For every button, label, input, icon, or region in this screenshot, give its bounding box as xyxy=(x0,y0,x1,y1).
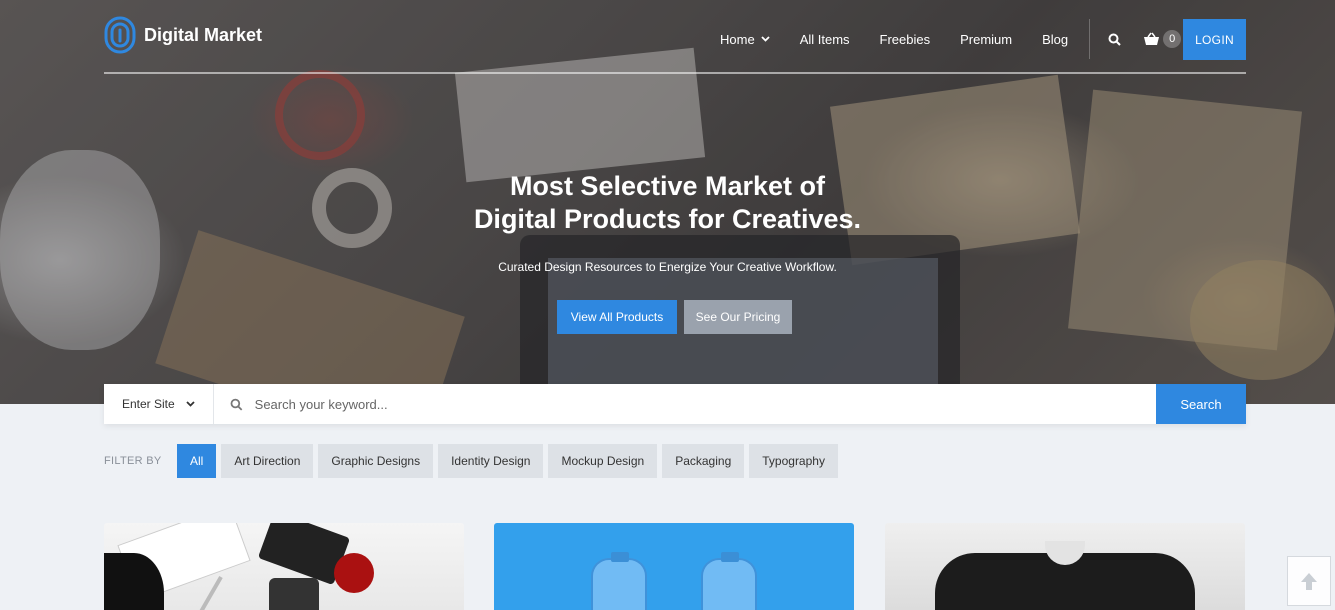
filter-chip-typography[interactable]: Typography xyxy=(749,444,838,478)
nav-item-home[interactable]: Home xyxy=(705,32,785,47)
nav-divider xyxy=(104,72,1246,74)
product-card-tshirt[interactable] xyxy=(885,523,1245,610)
card-image-cup xyxy=(334,553,374,593)
filter-label: FILTER BY xyxy=(104,455,162,467)
brand-name: Digital Market xyxy=(144,24,263,45)
search-icon xyxy=(230,398,243,410)
bottle-cap xyxy=(721,552,739,562)
search-icon xyxy=(1108,33,1121,46)
back-to-top-button[interactable] xyxy=(1287,556,1331,606)
search-field xyxy=(214,384,1156,424)
cart-button[interactable]: 0 xyxy=(1143,30,1182,48)
see-pricing-button[interactable]: See Our Pricing xyxy=(684,300,792,334)
filter-chip-all[interactable]: All xyxy=(177,444,217,478)
nav-search-button[interactable] xyxy=(1090,33,1137,46)
main-nav: Home All Items Freebies Premium Blog 0 xyxy=(705,18,1182,60)
nav-item-freebies[interactable]: Freebies xyxy=(865,32,946,47)
product-card-stationery[interactable] xyxy=(104,523,464,610)
card-image-camera xyxy=(269,578,319,610)
hero-title-line-2: Digital Products for Creatives. xyxy=(473,204,862,234)
nav-item-label: All Items xyxy=(799,31,850,47)
nav-item-premium[interactable]: Premium xyxy=(945,32,1027,47)
search-bar: Enter Site Search xyxy=(104,384,1246,424)
cart-count-badge: 0 xyxy=(1163,30,1182,48)
search-button[interactable]: Search xyxy=(1156,384,1246,424)
filter-chips: All Art Direction Graphic Designs Identi… xyxy=(177,444,838,478)
view-all-products-button[interactable]: View All Products xyxy=(557,300,677,334)
filter-chip-packaging[interactable]: Packaging xyxy=(662,444,745,478)
arrow-up-icon xyxy=(1301,573,1317,590)
brand-logo[interactable]: Digital Market xyxy=(104,16,262,54)
card-image-bottle xyxy=(591,552,647,610)
hero-section: Digital Market Home All Items Freebies P… xyxy=(0,0,1335,404)
hero-subtitle: Curated Design Resources to Energize You… xyxy=(498,260,837,274)
nav-item-blog[interactable]: Blog xyxy=(1027,32,1083,47)
nav-item-label: Premium xyxy=(960,31,1013,47)
filter-chip-mockup-design[interactable]: Mockup Design xyxy=(548,444,658,478)
fingerprint-logo-icon xyxy=(104,16,136,54)
card-image-tshirt xyxy=(935,541,1195,610)
site-select-dropdown[interactable]: Enter Site xyxy=(104,384,214,424)
chevron-down-icon xyxy=(761,36,770,42)
basket-icon xyxy=(1144,32,1160,45)
hero-title-line-1: Most Selective Market of xyxy=(509,171,826,201)
card-image-bottle xyxy=(701,552,757,610)
search-input[interactable] xyxy=(254,396,1156,412)
nav-item-all-items[interactable]: All Items xyxy=(785,32,865,47)
hero-title: Most Selective Market of Digital Product… xyxy=(0,170,1335,236)
bottle-cap xyxy=(611,552,629,562)
site-select-value: Enter Site xyxy=(122,397,175,411)
filter-chip-identity-design[interactable]: Identity Design xyxy=(438,444,544,478)
nav-item-label: Blog xyxy=(1042,31,1069,47)
chevron-down-icon xyxy=(186,401,195,407)
filter-chip-graphic-designs[interactable]: Graphic Designs xyxy=(318,444,434,478)
nav-item-label: Home xyxy=(720,31,755,47)
product-card-bottles[interactable] xyxy=(494,523,854,610)
login-button[interactable]: LOGIN xyxy=(1183,19,1246,60)
tshirt-collar xyxy=(1045,541,1085,565)
filter-chip-art-direction[interactable]: Art Direction xyxy=(221,444,314,478)
nav-item-label: Freebies xyxy=(879,31,931,47)
